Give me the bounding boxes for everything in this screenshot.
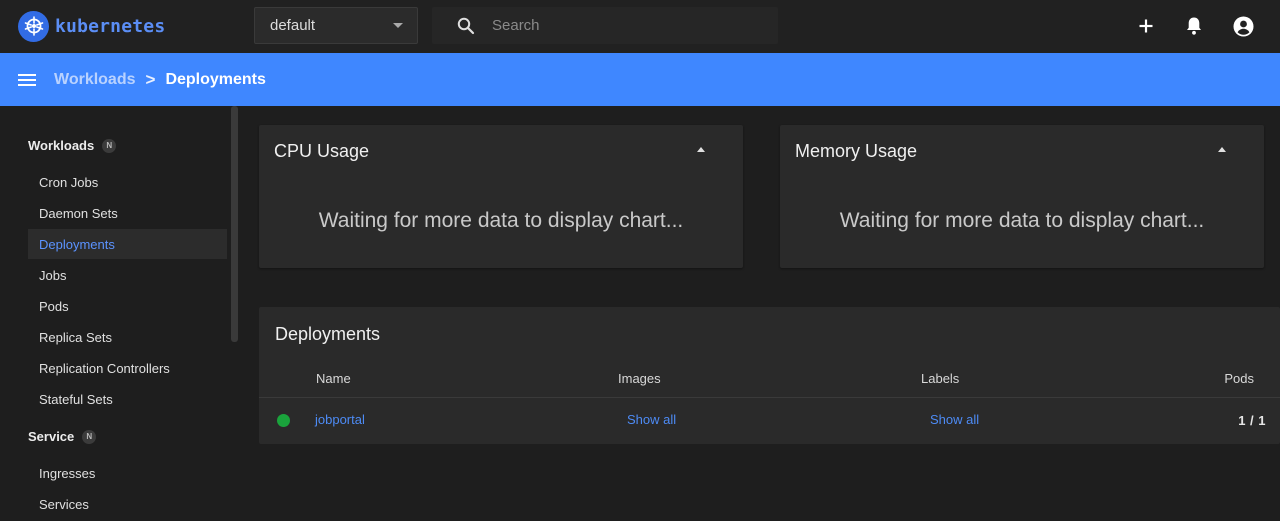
sidebar-item-services[interactable]: Services: [28, 489, 227, 519]
namespaced-badge: N: [82, 429, 97, 444]
menu-icon[interactable]: [18, 70, 38, 90]
plus-icon: [1139, 19, 1153, 33]
labels-show-all-link[interactable]: Show all: [930, 412, 979, 427]
deployments-title: Deployments: [275, 324, 381, 344]
pods-count: 1 / 1: [1238, 413, 1266, 428]
sidebar-item-ingresses[interactable]: Ingresses: [28, 458, 227, 488]
top-bar: kubernetes default: [0, 0, 1280, 53]
account-button[interactable]: [1231, 14, 1255, 38]
namespace-select[interactable]: default: [254, 7, 418, 44]
chart-waiting-message: Waiting for more data to display chart..…: [318, 209, 684, 232]
namespaced-badge: N: [102, 138, 117, 153]
sidebar-item-stateful-sets[interactable]: Stateful Sets: [28, 384, 227, 414]
breadcrumb-deployments: Deployments: [165, 70, 266, 88]
column-header-name[interactable]: Name: [316, 371, 351, 386]
breadcrumb-workloads[interactable]: Workloads: [54, 71, 136, 89]
sidebar-section-workloads[interactable]: Workloads N: [28, 138, 117, 153]
search-icon: [457, 17, 475, 34]
kubernetes-wheel-icon: [18, 10, 49, 42]
cpu-usage-card: CPU Usage Waiting for more data to displ…: [259, 125, 743, 268]
sidebar-item-pods[interactable]: Pods: [28, 291, 227, 321]
sidebar-item-jobs[interactable]: Jobs: [28, 260, 227, 290]
search-input[interactable]: [492, 17, 752, 34]
sidebar-section-service[interactable]: Service N: [28, 429, 97, 444]
sidebar-item-cron-jobs[interactable]: Cron Jobs: [28, 167, 227, 197]
card-title: Memory Usage: [795, 141, 918, 161]
deployment-name-link[interactable]: jobportal: [315, 412, 365, 427]
deployments-card: Deployments Name Images Labels Pods jobp…: [259, 307, 1280, 444]
logo-text: kubernetes: [55, 15, 166, 37]
breadcrumb-separator: >: [145, 69, 156, 89]
sidebar: Workloads N Cron Jobs Daemon Sets Deploy…: [0, 106, 240, 521]
sidebar-item-daemon-sets[interactable]: Daemon Sets: [28, 198, 227, 228]
sidebar-scrollbar[interactable]: [231, 106, 238, 342]
memory-usage-card: Memory Usage Waiting for more data to di…: [780, 125, 1264, 268]
sidebar-item-deployments[interactable]: Deployments: [28, 229, 227, 259]
sidebar-item-replica-sets[interactable]: Replica Sets: [28, 322, 227, 352]
account-circle-icon: [1233, 16, 1253, 36]
status-running-icon: [277, 414, 290, 427]
create-button[interactable]: [1134, 14, 1158, 38]
section-label: Service: [28, 429, 75, 444]
images-show-all-link[interactable]: Show all: [627, 412, 676, 427]
namespace-value: default: [270, 17, 316, 34]
row-divider: [259, 397, 1280, 398]
card-title: CPU Usage: [274, 141, 370, 161]
column-header-labels: Labels: [921, 371, 960, 386]
page-header: Workloads > Deployments: [0, 53, 1280, 106]
chart-waiting-message: Waiting for more data to display chart..…: [839, 209, 1205, 232]
kubernetes-logo[interactable]: kubernetes: [18, 10, 165, 42]
column-header-images: Images: [618, 371, 661, 386]
collapse-icon[interactable]: [697, 147, 705, 152]
column-header-pods[interactable]: Pods: [1224, 371, 1254, 386]
dropdown-caret-icon: [393, 23, 403, 28]
sidebar-item-replication-controllers[interactable]: Replication Controllers: [28, 353, 227, 383]
bell-icon: [1187, 17, 1201, 35]
notifications-button[interactable]: [1182, 14, 1206, 38]
section-label: Workloads: [28, 138, 95, 153]
search-bar[interactable]: [432, 7, 778, 44]
collapse-icon[interactable]: [1218, 147, 1226, 152]
